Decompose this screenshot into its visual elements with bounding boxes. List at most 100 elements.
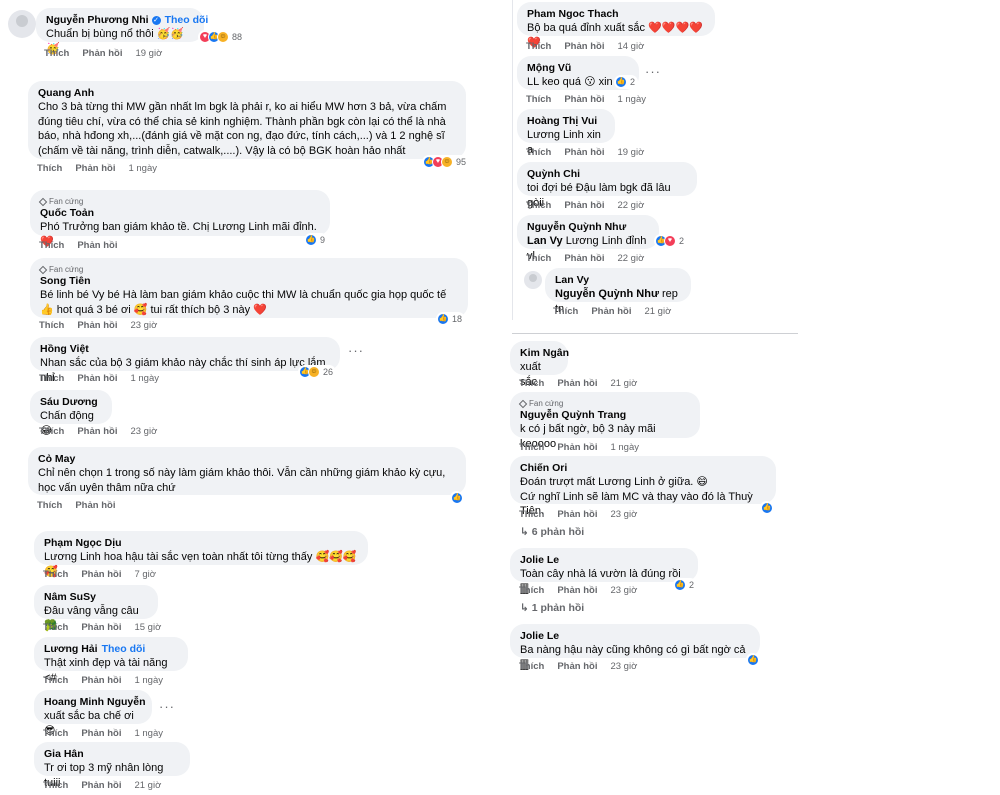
- reply-button[interactable]: Phản hồi: [81, 780, 121, 791]
- like-button[interactable]: Thích: [43, 780, 68, 791]
- reply-button[interactable]: Phản hồi: [591, 306, 631, 317]
- avatar[interactable]: [524, 271, 542, 289]
- comment-timestamp[interactable]: 21 giờ: [134, 780, 161, 791]
- comment-author[interactable]: Quỳnh Chi: [527, 168, 687, 181]
- like-button[interactable]: Thích: [553, 306, 578, 317]
- more-options-icon[interactable]: ···: [159, 699, 175, 714]
- reply-button[interactable]: Phản hồi: [557, 661, 597, 672]
- reaction-summary[interactable]: ♥ 👍 ☺ 88: [198, 30, 246, 44]
- like-button[interactable]: Thích: [43, 728, 68, 739]
- comment-author[interactable]: Pham Ngoc Thach: [527, 8, 705, 21]
- comment-author[interactable]: Hoàng Thị Vui: [527, 115, 605, 128]
- view-replies-link[interactable]: ↳ 1 phản hồi: [520, 602, 584, 614]
- reply-button[interactable]: Phản hồi: [77, 240, 117, 251]
- comment-timestamp[interactable]: 19 giờ: [135, 48, 162, 59]
- comment-author[interactable]: Jolie Le: [520, 630, 750, 643]
- like-button[interactable]: Thích: [39, 320, 64, 331]
- comment-timestamp[interactable]: 1 ngày: [617, 94, 646, 105]
- comment-author[interactable]: Gia Hân: [44, 748, 180, 761]
- comment-timestamp[interactable]: 1 ngày: [610, 442, 639, 453]
- reply-button[interactable]: Phản hồi: [77, 426, 117, 437]
- comment-timestamp[interactable]: 1 ngày: [134, 728, 163, 739]
- reaction-summary[interactable]: 👍 9: [304, 233, 329, 247]
- like-button[interactable]: Thích: [519, 378, 544, 389]
- like-button[interactable]: Thích: [43, 569, 68, 580]
- comment-timestamp[interactable]: 21 giờ: [610, 378, 637, 389]
- reply-button[interactable]: Phản hồi: [557, 585, 597, 596]
- comment-author[interactable]: Jolie Le: [520, 554, 688, 567]
- avatar[interactable]: [8, 10, 36, 38]
- comment-timestamp[interactable]: 7 giờ: [134, 569, 156, 580]
- comment-author[interactable]: Quốc Toản: [40, 207, 320, 220]
- comment-timestamp[interactable]: 23 giờ: [610, 585, 637, 596]
- comment-timestamp[interactable]: 23 giờ: [130, 426, 157, 437]
- reaction-summary[interactable]: 👍 2: [614, 75, 639, 89]
- reply-button[interactable]: Phản hồi: [564, 147, 604, 158]
- follow-link[interactable]: Theo dõi: [102, 643, 146, 655]
- comment-author[interactable]: Nguyễn Phương Nhi: [46, 14, 149, 26]
- like-button[interactable]: Thích: [39, 373, 64, 384]
- comment-author[interactable]: Nâm SuSy: [44, 591, 148, 604]
- reaction-summary[interactable]: 👍 ☺ 26: [298, 365, 337, 379]
- reply-button[interactable]: Phản hồi: [564, 253, 604, 264]
- comment-author[interactable]: Quang Anh: [38, 87, 456, 100]
- follow-link[interactable]: Theo dõi: [165, 14, 209, 26]
- like-button[interactable]: Thích: [37, 500, 62, 511]
- more-options-icon[interactable]: ···: [645, 64, 661, 79]
- mention-link[interactable]: Nguyễn Quỳnh Như: [555, 288, 659, 300]
- comment-author[interactable]: Hoang Minh Nguyễn: [44, 696, 146, 709]
- reaction-summary[interactable]: 👍: [746, 653, 759, 667]
- comment-author[interactable]: Mộng Vũ: [527, 62, 629, 75]
- reaction-summary[interactable]: 👍 ♥ ☺ 95: [422, 155, 470, 169]
- reply-button[interactable]: Phản hồi: [81, 675, 121, 686]
- reply-button[interactable]: Phản hồi: [75, 500, 115, 511]
- like-button[interactable]: Thích: [519, 661, 544, 672]
- reply-button[interactable]: Phản hồi: [81, 728, 121, 739]
- reply-button[interactable]: Phản hồi: [81, 569, 121, 580]
- reaction-summary[interactable]: 👍 2: [673, 578, 698, 592]
- comment-timestamp[interactable]: 15 giờ: [134, 622, 161, 633]
- like-button[interactable]: Thích: [39, 240, 64, 251]
- reply-button[interactable]: Phản hồi: [564, 41, 604, 52]
- reply-button[interactable]: Phản hồi: [77, 373, 117, 384]
- like-button[interactable]: Thích: [43, 622, 68, 633]
- comment-timestamp[interactable]: 23 giờ: [610, 509, 637, 520]
- like-button[interactable]: Thích: [526, 200, 551, 211]
- reply-button[interactable]: Phản hồi: [557, 378, 597, 389]
- comment-timestamp[interactable]: 23 giờ: [130, 320, 157, 331]
- view-replies-link[interactable]: ↳ 6 phản hồi: [520, 526, 584, 538]
- comment-author[interactable]: Lương Hải: [44, 643, 98, 655]
- comment-timestamp[interactable]: 22 giờ: [617, 200, 644, 211]
- like-button[interactable]: Thích: [519, 442, 544, 453]
- reply-button[interactable]: Phản hồi: [564, 200, 604, 211]
- comment-timestamp[interactable]: 22 giờ: [617, 253, 644, 264]
- reaction-summary[interactable]: 👍 18: [436, 312, 466, 326]
- reply-button[interactable]: Phản hồi: [81, 622, 121, 633]
- like-button[interactable]: Thích: [519, 585, 544, 596]
- reaction-summary[interactable]: 👍: [760, 501, 773, 515]
- more-options-icon[interactable]: ···: [348, 343, 364, 358]
- like-button[interactable]: Thích: [526, 253, 551, 264]
- comment-author[interactable]: Hồng Việt: [40, 343, 330, 356]
- like-button[interactable]: Thích: [526, 94, 551, 105]
- reaction-summary[interactable]: 👍: [450, 491, 463, 505]
- reply-button[interactable]: Phản hồi: [75, 163, 115, 174]
- comment-author[interactable]: Nguyễn Quỳnh Trang: [520, 409, 690, 422]
- reaction-summary[interactable]: 👍 ♥ 2: [654, 234, 688, 248]
- comment-author[interactable]: Chiến Ori: [520, 462, 766, 475]
- like-button[interactable]: Thích: [37, 163, 62, 174]
- comment-author[interactable]: Lan Vy: [555, 274, 681, 287]
- comment-author[interactable]: Song Tiên: [40, 275, 458, 288]
- comment-timestamp[interactable]: 1 ngày: [130, 373, 159, 384]
- comment-timestamp[interactable]: 1 ngày: [134, 675, 163, 686]
- reply-button[interactable]: Phản hồi: [557, 509, 597, 520]
- reply-button[interactable]: Phản hồi: [557, 442, 597, 453]
- comment-author[interactable]: Phạm Ngọc Dịu: [44, 537, 358, 550]
- comment-timestamp[interactable]: 19 giờ: [617, 147, 644, 158]
- reply-button[interactable]: Phản hồi: [77, 320, 117, 331]
- mention-link[interactable]: Lan Vy: [527, 235, 563, 247]
- comment-timestamp[interactable]: 21 giờ: [644, 306, 671, 317]
- like-button[interactable]: Thích: [39, 426, 64, 437]
- reply-button[interactable]: Phản hồi: [82, 48, 122, 59]
- comment-author[interactable]: Nguyễn Quỳnh Như: [527, 221, 649, 234]
